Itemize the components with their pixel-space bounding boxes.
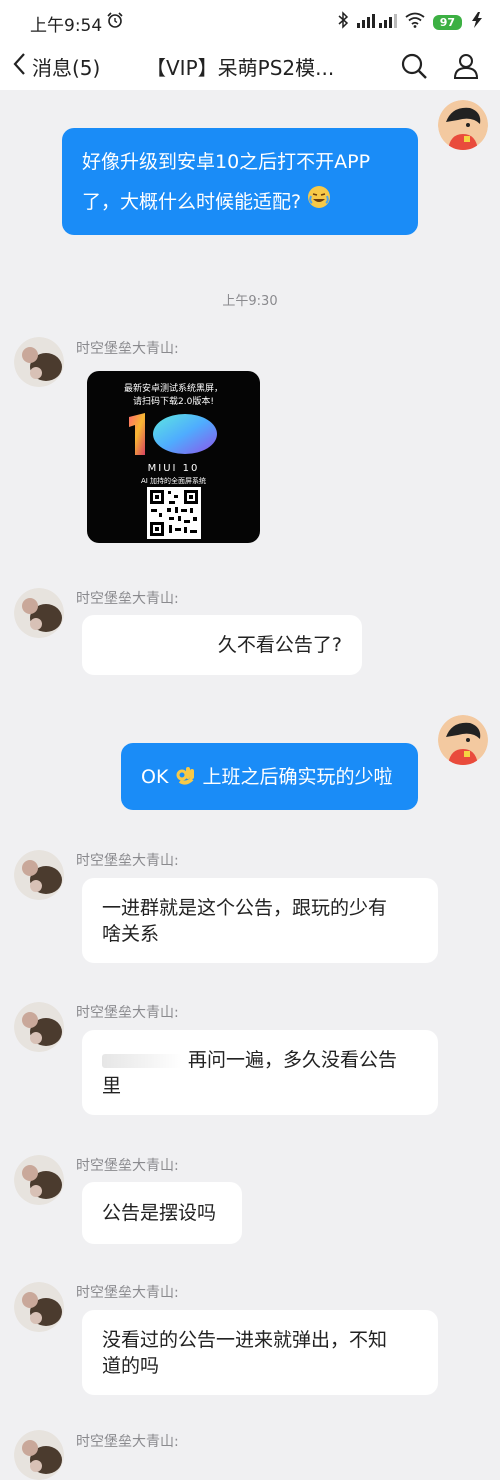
message-bubble-out[interactable]: 好像升级到安卓10之后打不开APP 了，大概什么时候能适配?: [62, 128, 418, 235]
message-text: 道的吗: [102, 1355, 160, 1377]
message-text: 啥关系: [102, 923, 160, 945]
image-logo-text: MIUI 10: [147, 463, 200, 474]
sender-name: 时空堡垒大青山:: [76, 853, 179, 869]
signal-icon: [356, 12, 397, 32]
alarm-icon: [106, 11, 124, 33]
message-bubble-in[interactable]: 再问一遍，多久没看公告 里: [82, 1030, 438, 1115]
sender-avatar[interactable]: [14, 1155, 64, 1205]
battery-icon: 97: [432, 14, 462, 30]
group-profile-button[interactable]: [450, 50, 482, 82]
message-text: 再问一遍，多久没看公告: [188, 1049, 398, 1071]
message-text: 公告是摆设吗: [102, 1202, 217, 1224]
mention-redacted: [102, 1053, 182, 1068]
sender-avatar[interactable]: [14, 588, 64, 638]
sender-name: 时空堡垒大青山:: [76, 341, 179, 357]
message-bubble-in[interactable]: 久不看公告了?: [82, 615, 362, 675]
sender-name: 时空堡垒大青山:: [76, 1285, 179, 1301]
qr-code: [147, 487, 201, 539]
message-text: 一进群就是这个公告，跟玩的少有: [102, 897, 388, 919]
my-avatar[interactable]: [438, 715, 488, 765]
miui-10-logo: [123, 411, 223, 461]
sender-avatar[interactable]: [14, 850, 64, 900]
search-icon: [398, 53, 430, 86]
sender-name: 时空堡垒大青山:: [76, 1005, 179, 1021]
message-text: OK: [141, 766, 169, 788]
sender-name: 时空堡垒大青山:: [76, 591, 179, 607]
crying-laugh-emoji-icon: [307, 183, 331, 223]
message-text: 上班之后确实玩的少啦: [202, 766, 393, 788]
sender-name: 时空堡垒大青山:: [76, 1434, 179, 1450]
status-time: 上午9:54: [30, 16, 103, 36]
message-list[interactable]: 好像升级到安卓10之后打不开APP 了，大概什么时候能适配? 上午9:30 时空…: [0, 90, 500, 1480]
sender-avatar[interactable]: [14, 1002, 64, 1052]
sender-avatar[interactable]: [14, 1430, 64, 1480]
message-bubble-out[interactable]: OK 上班之后确实玩的少啦: [121, 743, 418, 810]
message-text: 好像升级到安卓10之后打不开APP: [82, 151, 371, 173]
image-message[interactable]: 最新安卓测试系统黑屏， 请扫码下载2.0版本! MIUI 10 AI 加持的全面…: [87, 371, 260, 543]
sender-avatar[interactable]: [14, 1282, 64, 1332]
image-caption: 最新安卓测试系统黑屏，: [123, 384, 223, 394]
message-text: 没看过的公告一进来就弹出，不知: [102, 1329, 388, 1351]
person-icon: [450, 54, 482, 86]
wifi-icon: [405, 12, 425, 32]
back-button[interactable]: 消息(5): [12, 48, 100, 84]
message-bubble-in[interactable]: 没看过的公告一进来就弹出，不知 道的吗: [82, 1310, 438, 1395]
search-button[interactable]: [398, 50, 430, 82]
bluetooth-icon: [337, 11, 349, 33]
my-avatar[interactable]: [438, 100, 488, 150]
sender-name: 时空堡垒大青山:: [76, 1158, 179, 1174]
sender-avatar[interactable]: [14, 337, 64, 387]
image-caption: 请扫码下载2.0版本!: [133, 397, 214, 407]
message-timestamp: 上午9:30: [222, 294, 278, 309]
image-logo-subtext: AI 加持的全面屏系统: [140, 477, 207, 485]
message-bubble-in[interactable]: 公告是摆设吗: [82, 1182, 242, 1244]
chat-header: 消息(5) 【VIP】呆萌PS2模...: [0, 42, 500, 90]
message-text: 久不看公告了?: [217, 634, 342, 656]
chevron-left-icon: [12, 52, 26, 80]
chat-title: 【VIP】呆萌PS2模...: [146, 56, 335, 80]
status-bar: 上午9:54 97: [0, 0, 500, 42]
message-text: 了，大概什么时候能适配?: [82, 191, 302, 213]
message-bubble-in[interactable]: 一进群就是这个公告，跟玩的少有 啥关系: [82, 878, 438, 963]
back-label: 消息(5): [32, 55, 101, 80]
message-text: 里: [102, 1075, 122, 1097]
charging-icon: [470, 12, 484, 32]
ok-hand-emoji-icon: [174, 763, 196, 792]
